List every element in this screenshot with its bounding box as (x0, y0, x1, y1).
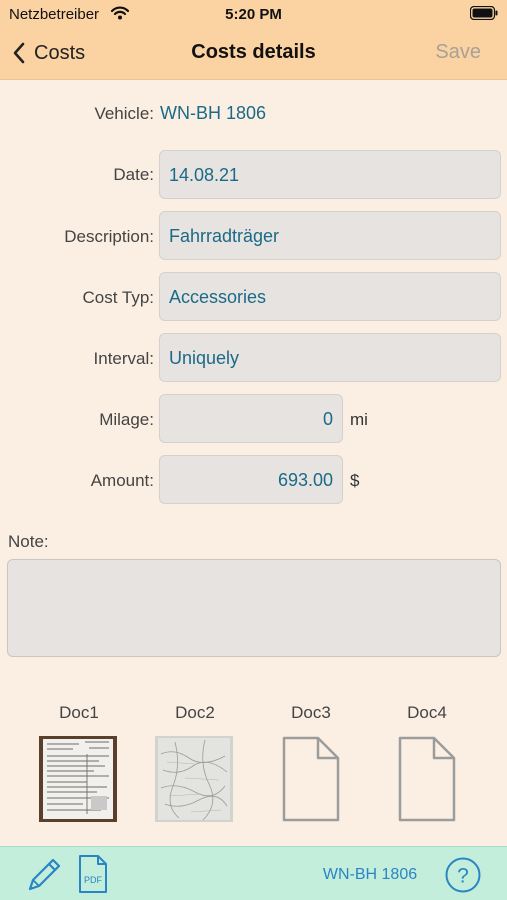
amount-value: 693.00 (277, 470, 333, 490)
chevron-left-icon (13, 42, 25, 64)
description-label: Description: (64, 227, 154, 246)
cost-type-field[interactable]: Accessories (159, 272, 501, 321)
pdf-file-icon (79, 855, 107, 893)
date-value: 14.08.21 (169, 165, 240, 185)
cost-type-label: Cost Typ: (82, 288, 155, 307)
vehicle-value: WN-BH 1806 (160, 103, 267, 123)
mileage-field[interactable]: 0 (159, 394, 343, 443)
interval-label: Interval: (93, 349, 154, 368)
pdf-export-button[interactable]: PDF (78, 854, 108, 894)
back-button[interactable]: Costs (12, 38, 85, 68)
description-field[interactable]: Fahrradträger (159, 211, 501, 260)
status-bar: Netzbetreiber 5:20 PM (0, 0, 507, 28)
doc2-label: Doc2 (175, 703, 215, 722)
interval-field[interactable]: Uniquely (159, 333, 501, 382)
doc4-document-icon[interactable] (388, 736, 466, 822)
doc1-thumbnail[interactable] (39, 736, 117, 822)
doc3-document-icon[interactable] (272, 736, 350, 822)
doc3-label: Doc3 (291, 703, 331, 722)
amount-field[interactable]: 693.00 (159, 455, 343, 504)
note-field[interactable] (7, 559, 501, 657)
pencil-icon[interactable] (24, 855, 64, 895)
cost-type-value: Accessories (169, 287, 267, 307)
amount-unit: $ (350, 471, 360, 490)
description-value: Fahrradträger (169, 226, 280, 246)
mileage-label: Milage: (99, 410, 154, 429)
date-field[interactable]: 14.08.21 (159, 150, 501, 199)
interval-value: Uniquely (169, 348, 240, 368)
mileage-value: 0 (322, 409, 333, 429)
svg-text:?: ? (457, 865, 469, 888)
vehicle-label: Vehicle: (94, 104, 154, 123)
pdf-icon-text: PDF (84, 875, 102, 885)
bottom-vehicle-label: WN-BH 1806 (322, 866, 418, 883)
navigation-bar: Costs Costs details Save (0, 28, 507, 80)
bottom-toolbar: PDF WN-BH 1806 ? (0, 846, 507, 900)
date-label: Date: (113, 165, 154, 184)
doc4-label: Doc4 (407, 703, 447, 722)
note-label: Note: (8, 532, 49, 551)
clock: 5:20 PM (225, 6, 282, 23)
mileage-unit: mi (350, 410, 368, 429)
doc1-label: Doc1 (59, 703, 99, 722)
back-label: Costs (34, 41, 86, 64)
battery-icon (470, 6, 498, 20)
help-icon[interactable]: ? (444, 856, 482, 894)
doc2-thumbnail[interactable] (155, 736, 233, 822)
save-button[interactable]: Save (435, 41, 481, 64)
amount-label: Amount: (90, 471, 154, 490)
